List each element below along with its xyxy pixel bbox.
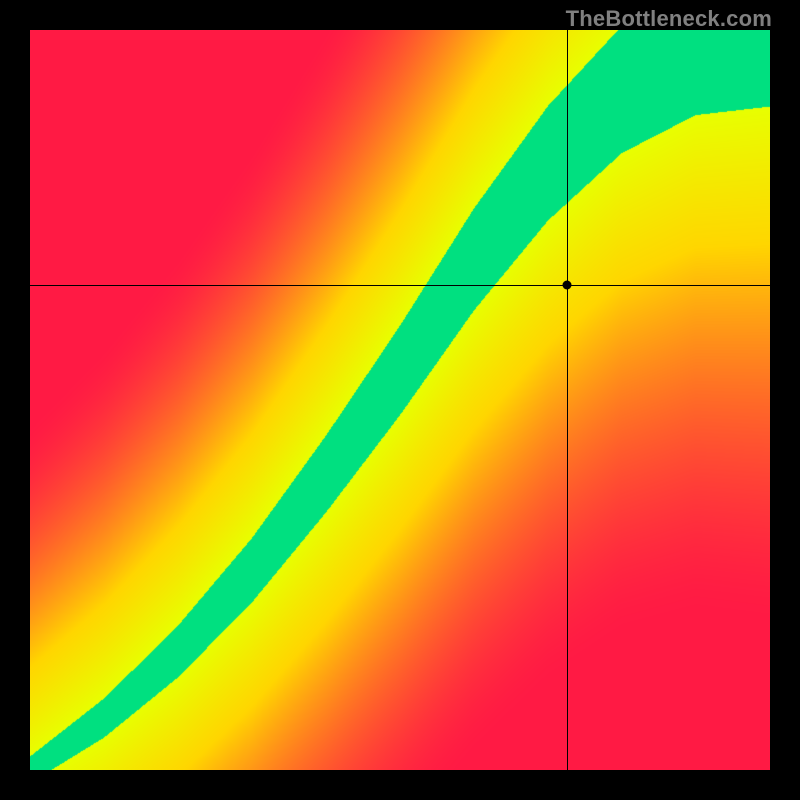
- heatmap-canvas: [30, 30, 770, 770]
- crosshair-vertical: [567, 30, 568, 770]
- heatmap-plot: [30, 30, 770, 770]
- crosshair-horizontal: [30, 285, 770, 286]
- watermark-text: TheBottleneck.com: [566, 6, 772, 32]
- target-marker: [562, 281, 571, 290]
- chart-frame: TheBottleneck.com: [0, 0, 800, 800]
